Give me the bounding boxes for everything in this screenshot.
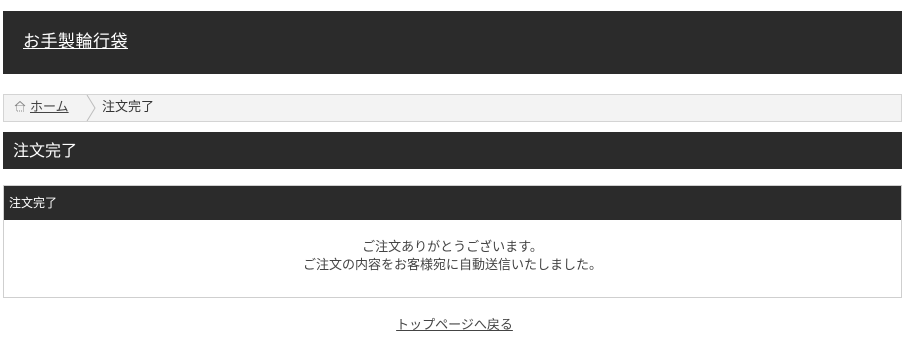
breadcrumb: ホーム 注文完了 (3, 94, 902, 122)
site-title-link[interactable]: お手製輪行袋 (23, 32, 128, 52)
panel-body: ご注文ありがとうございます。 ご注文の内容をお客様宛に自動送信いたしました。 (4, 239, 901, 275)
chevron-right-icon (86, 95, 96, 121)
page-title: 注文完了 (13, 141, 78, 160)
auto-email-message: ご注文の内容をお客様宛に自動送信いたしました。 (302, 258, 602, 273)
page-title-bar: 注文完了 (3, 132, 902, 169)
breadcrumb-current: 注文完了 (102, 100, 155, 115)
order-complete-panel: 注文完了 ご注文ありがとうございます。 ご注文の内容をお客様宛に自動送信いたしま… (3, 185, 902, 298)
panel-header: 注文完了 (4, 186, 901, 220)
thank-you-message: ご注文ありがとうございます。 (362, 240, 543, 255)
back-to-top-container: トップページへ戻る (0, 318, 909, 334)
breadcrumb-home[interactable]: ホーム (14, 100, 69, 116)
panel-title: 注文完了 (9, 196, 58, 210)
breadcrumb-home-label[interactable]: ホーム (30, 100, 69, 115)
back-to-top-link[interactable]: トップページへ戻る (396, 318, 513, 333)
home-icon (14, 100, 26, 112)
site-header: お手製輪行袋 (3, 11, 902, 74)
